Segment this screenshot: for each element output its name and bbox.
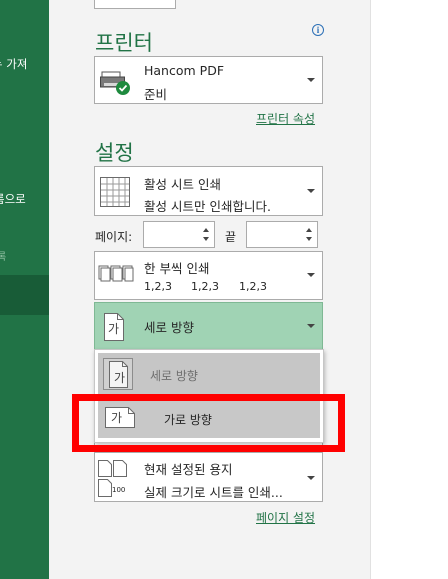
paper-title: 현재 설정된 용지 xyxy=(144,462,233,477)
chevron-down-icon xyxy=(307,476,315,480)
spin-up-icon[interactable] xyxy=(306,228,312,232)
collated-pages-icon xyxy=(98,265,134,282)
page-setup-link[interactable]: 페이지 설정 xyxy=(256,509,315,526)
backstage-sidebar: 뉴 가져 름으로 록 xyxy=(0,0,49,579)
chevron-down-icon xyxy=(307,189,315,193)
pages-to-label: 끝 xyxy=(225,230,237,244)
orientation-selected: 세로 방향 xyxy=(144,320,194,335)
collation-dropdown[interactable]: 한 부씩 인쇄 1,2,3 1,2,3 1,2,3 xyxy=(94,251,323,300)
paper-subtitle: 실제 크기로 시트를 인쇄... xyxy=(144,485,283,500)
info-icon[interactable]: i xyxy=(312,24,324,36)
spin-up-icon[interactable] xyxy=(203,228,209,232)
option-landscape[interactable]: 가 가로 방향 xyxy=(98,397,320,438)
printer-name: Hancom PDF xyxy=(144,63,225,78)
print-what-title: 활성 시트 인쇄 xyxy=(144,177,221,192)
preview-area xyxy=(370,0,448,579)
collation-order-1: 1,2,3 xyxy=(144,280,172,293)
sidebar-item-import[interactable]: 뉴 가져 xyxy=(0,56,27,72)
paper-scale-label: 100 xyxy=(112,486,126,494)
sidebar-item-print-selected[interactable] xyxy=(0,275,49,315)
chevron-down-icon xyxy=(307,78,315,82)
collation-order-3: 1,2,3 xyxy=(239,280,267,293)
landscape-glyph: 가 xyxy=(111,411,123,425)
portrait-glyph: 가 xyxy=(108,322,120,336)
collation-title: 한 부씩 인쇄 xyxy=(144,261,210,276)
print-what-dropdown[interactable]: 활성 시트 인쇄 활성 시트만 인쇄합니다. xyxy=(94,166,323,216)
copies-input[interactable] xyxy=(94,0,176,9)
printer-status: 준비 xyxy=(144,87,168,102)
settings-heading: 설정 xyxy=(95,141,134,165)
sidebar-item-save-as[interactable]: 름으로 xyxy=(0,191,26,207)
orientation-dropdown[interactable]: 가 세로 방향 xyxy=(94,302,323,350)
chevron-down-icon xyxy=(307,324,315,328)
chevron-down-icon xyxy=(307,273,315,277)
print-what-subtitle: 활성 시트만 인쇄합니다. xyxy=(144,199,271,214)
portrait-glyph: 가 xyxy=(114,371,126,385)
spin-down-icon[interactable] xyxy=(306,237,312,241)
sidebar-item-history[interactable]: 록 xyxy=(0,248,6,263)
printer-properties-link[interactable]: 프린터 속성 xyxy=(256,110,315,127)
pages-to-input[interactable] xyxy=(246,221,318,248)
option-portrait[interactable]: 가 세로 방향 xyxy=(98,353,320,394)
collation-order-2: 1,2,3 xyxy=(191,280,219,293)
option-portrait-label: 세로 방향 xyxy=(150,369,198,383)
pages-from-input[interactable] xyxy=(143,221,215,248)
orientation-options-list: 가 세로 방향 가 가로 방향 xyxy=(94,349,324,443)
sheet-grid-icon xyxy=(100,177,130,207)
option-landscape-label: 가로 방향 xyxy=(164,413,212,427)
printer-heading: 프린터 xyxy=(95,31,153,55)
spin-down-icon[interactable] xyxy=(203,237,209,241)
paper-size-dropdown[interactable]: 100 현재 설정된 용지 실제 크기로 시트를 인쇄... xyxy=(94,452,323,502)
printer-dropdown[interactable]: Hancom PDF 준비 xyxy=(94,56,323,104)
printer-ready-icon xyxy=(100,71,130,95)
pages-label: 페이지: xyxy=(95,230,133,244)
